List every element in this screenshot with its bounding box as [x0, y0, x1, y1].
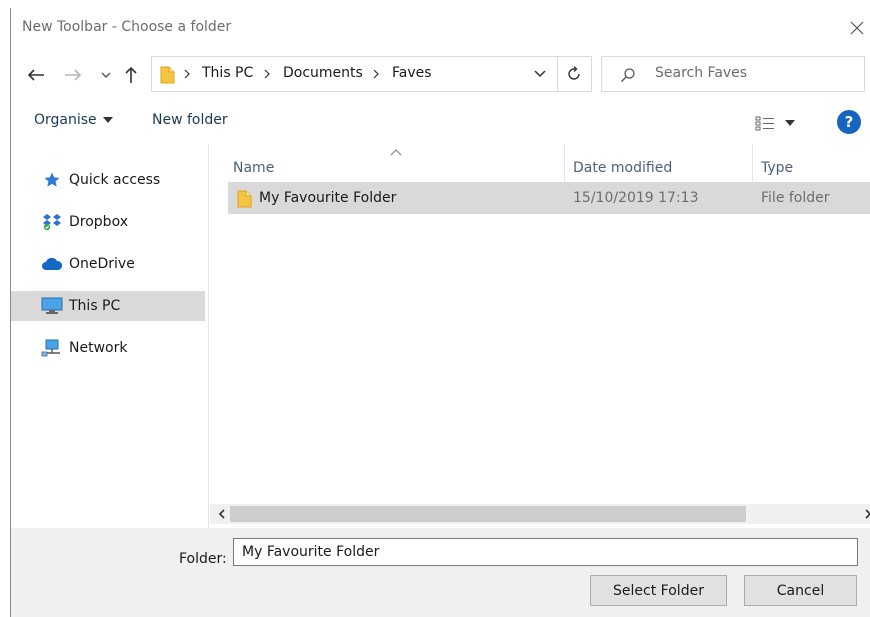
details-view-icon: [755, 116, 774, 131]
file-list: Name Date modified Type My Favourite Fol…: [210, 144, 870, 538]
network-icon: [41, 339, 63, 357]
nav-item-quick-access[interactable]: Quick access: [11, 165, 205, 195]
nav-item-label: Quick access: [69, 172, 161, 188]
cancel-button[interactable]: Cancel: [744, 575, 857, 606]
breadcrumb-separator-icon: [371, 67, 381, 81]
nav-item-label: This PC: [69, 298, 121, 314]
arrow-left-icon: [27, 69, 44, 81]
arrow-right-icon: [65, 69, 82, 81]
folder-icon: [160, 66, 175, 84]
dialog-footer: Folder: Select Folder Cancel: [11, 528, 870, 617]
nav-item-label: Dropbox: [69, 214, 128, 230]
address-dropdown-button[interactable]: [533, 67, 547, 81]
column-header-type[interactable]: Type: [761, 144, 793, 182]
caret-down-icon: [102, 117, 113, 123]
cloud-icon: [41, 255, 63, 273]
folder-picker-dialog: New Toolbar - Choose a folder This PC Do…: [10, 8, 870, 617]
refresh-button[interactable]: [557, 56, 592, 92]
file-date-modified: 15/10/2019 17:13: [573, 190, 699, 206]
window-title: New Toolbar - Choose a folder: [22, 19, 232, 35]
search-placeholder: Search Faves: [655, 65, 748, 81]
recent-locations-button[interactable]: [99, 64, 113, 86]
new-folder-button[interactable]: New folder: [152, 112, 228, 128]
organise-button[interactable]: Organise: [34, 112, 113, 128]
column-divider[interactable]: [564, 144, 565, 182]
file-type: File folder: [761, 190, 830, 206]
caret-down-icon: [785, 120, 795, 126]
back-button[interactable]: [25, 64, 47, 86]
up-button[interactable]: [121, 64, 141, 86]
breadcrumb-faves[interactable]: Faves: [392, 65, 432, 81]
breadcrumb-separator-icon: [182, 67, 192, 81]
horizontal-scrollbar[interactable]: [210, 504, 870, 524]
select-folder-button[interactable]: Select Folder: [590, 575, 727, 606]
folder-name-input[interactable]: [233, 538, 858, 566]
folder-icon: [237, 190, 252, 208]
column-divider[interactable]: [752, 144, 753, 182]
search-icon: [620, 67, 636, 83]
organise-label: Organise: [34, 112, 97, 128]
close-icon: [850, 21, 864, 35]
command-bar: Organise New folder ?: [11, 106, 870, 140]
nav-item-label: Network: [69, 340, 128, 356]
close-button[interactable]: [843, 16, 870, 40]
scroll-right-button[interactable]: [861, 506, 870, 522]
dropbox-icon: [41, 213, 63, 231]
breadcrumb-documents[interactable]: Documents: [283, 65, 363, 81]
nav-item-onedrive[interactable]: OneDrive: [11, 249, 205, 279]
nav-item-this-pc[interactable]: This PC: [11, 291, 205, 321]
refresh-icon: [568, 66, 580, 80]
column-header-date-modified[interactable]: Date modified: [573, 144, 672, 182]
forward-button[interactable]: [63, 64, 83, 86]
chevron-left-icon: [218, 509, 225, 519]
star-icon: [41, 171, 63, 189]
column-header-name[interactable]: Name: [233, 144, 274, 182]
help-button[interactable]: ?: [837, 110, 861, 134]
chevron-down-icon: [534, 70, 546, 78]
scroll-left-button[interactable]: [214, 506, 228, 522]
folder-label: Folder:: [179, 551, 227, 567]
sort-ascending-icon: [390, 149, 402, 156]
chevron-down-icon: [101, 72, 111, 78]
change-view-button[interactable]: [755, 112, 805, 134]
navigation-row: This PC Documents Faves Search Faves: [11, 54, 870, 94]
monitor-icon: [41, 297, 63, 315]
nav-item-dropbox[interactable]: Dropbox: [11, 207, 205, 237]
navigation-pane: Quick access Dropbox OneDrive This PC Ne…: [11, 144, 209, 538]
scrollbar-thumb[interactable]: [230, 506, 746, 522]
nav-item-label: OneDrive: [69, 256, 135, 272]
nav-item-network[interactable]: Network: [11, 333, 205, 363]
breadcrumb-separator-icon: [262, 67, 272, 81]
title-bar: New Toolbar - Choose a folder: [11, 8, 870, 48]
search-input[interactable]: Search Faves: [601, 56, 865, 92]
breadcrumb-this-pc[interactable]: This PC: [202, 65, 253, 81]
chevron-right-icon: [864, 509, 870, 519]
table-row[interactable]: My Favourite Folder 15/10/2019 17:13 Fil…: [228, 182, 870, 214]
file-name: My Favourite Folder: [259, 190, 397, 206]
address-bar[interactable]: This PC Documents Faves: [151, 56, 558, 92]
arrow-up-icon: [125, 66, 137, 83]
